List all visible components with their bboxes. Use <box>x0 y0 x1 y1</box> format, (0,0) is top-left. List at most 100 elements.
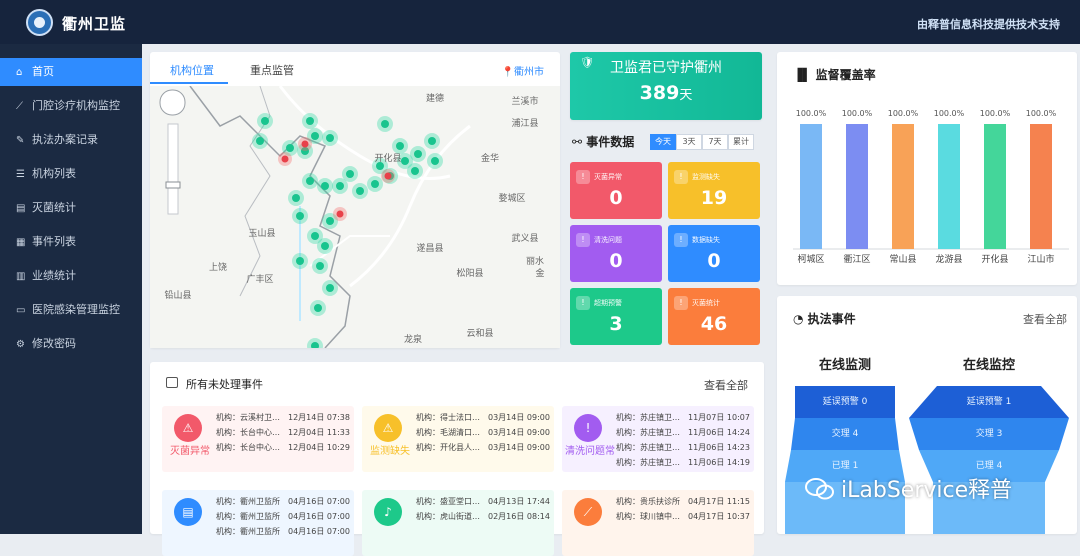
map-place-label: 金 <box>535 267 544 279</box>
event-row[interactable]: 机构：长台中心… 12月04日 11:33 <box>216 425 354 440</box>
event-row[interactable]: 机构：苏庄镇卫… 11月07日 10:07 <box>616 410 754 425</box>
event-tile[interactable]: ! 灭菌统计 46 <box>668 288 760 345</box>
map-place-label: 松阳县 <box>456 267 483 279</box>
share-icon: ⚯ <box>572 135 587 149</box>
range-tab-3[interactable]: 累计 <box>728 134 754 150</box>
event-box[interactable]: ⚠ 灭菌异常 机构：云溪村卫… 12月14日 07:38 机构：长台中心… 12月04日 … <box>162 406 354 472</box>
range-tab-2[interactable]: 7天 <box>702 134 728 150</box>
event-rows: 机构：衢州卫监所 04月16日 07:00 机构：衢州卫监所 04月16日 07:00… <box>216 494 354 539</box>
event-box[interactable]: ! 清洗问题常 机构：苏庄镇卫… 11月07日 10:07 机构：苏庄镇卫… 11月06日… <box>562 406 754 472</box>
event-row[interactable]: 机构：长台中心… 12月04日 10:29 <box>216 440 354 455</box>
event-row[interactable]: 机构：球川镇中… 04月17日 10:37 <box>616 509 754 524</box>
unhandled-events-card: 所有未处理事件 查看全部 ⚠ 灭菌异常 机构：云溪村卫… 12月14日 07:38 机构… <box>150 362 764 556</box>
coverage-value-label: 100.0% <box>888 109 919 118</box>
coverage-bar <box>1030 124 1052 249</box>
event-tile[interactable]: ! 数据缺失 0 <box>668 225 760 282</box>
sidebar-item-6[interactable]: ▥ 业绩统计 <box>0 262 142 290</box>
sidebar-item-0[interactable]: ⌂ 首页 <box>0 58 142 86</box>
edit-icon: ✎ <box>16 135 25 146</box>
sidebar-item-label: 医院感染管理监控 <box>32 303 120 316</box>
map-place-label: 武义县 <box>511 232 538 244</box>
sidebar-item-5[interactable]: ▦ 事件列表 <box>0 228 142 256</box>
funnel-label: 延误预警 1 <box>967 395 1012 407</box>
image-icon <box>166 377 178 388</box>
event-row[interactable]: 机构：衢州卫监所 04月16日 07:00 <box>216 509 354 524</box>
alarm-icon: ! <box>674 170 688 184</box>
home-icon: ⌂ <box>16 67 23 78</box>
coverage-category-label: 柯城区 <box>797 253 824 265</box>
map-canvas[interactable]: 建德 兰溪市金华 浦江县婺城区武义县金 开化县玉山县上饶广丰区 遂昌县松阳县 丽水铅山县云… <box>150 86 560 348</box>
event-row[interactable]: 机构：苏庄镇卫… 11月06日 14:19 <box>616 455 754 470</box>
event-row[interactable]: 机构：得士法口… 03月14日 09:00 <box>416 410 554 425</box>
event-time: 12月04日 10:29 <box>288 443 350 452</box>
event-row[interactable]: 机构：开化县人… 03月14日 09:00 <box>416 440 554 455</box>
event-box[interactable]: ▤ 机构：衢州卫监所 04月16日 07:00 机构：衢州卫监所 04月16日 07:0… <box>162 490 354 556</box>
event-org: 机构：开化县人… <box>416 443 480 452</box>
sidebar-item-2[interactable]: ✎ 执法办案记录 <box>0 126 142 154</box>
funnel-label: 延误预警 0 <box>823 395 868 407</box>
range-tab-0[interactable]: 今天 <box>650 134 676 150</box>
sidebar-item-label: 业绩统计 <box>32 269 76 282</box>
event-tile[interactable]: ! 清洗问题 0 <box>570 225 662 282</box>
event-box[interactable]: ⟋ 机构：贵乐扶诊所 04月17日 11:15 机构：球川镇中… 04月17日 10:3… <box>562 490 754 556</box>
unhandled-view-all[interactable]: 查看全部 <box>704 377 748 393</box>
event-time: 04月17日 10:37 <box>688 512 750 521</box>
city-selector[interactable]: 📍衢州市 <box>502 63 544 78</box>
event-box[interactable]: ♪ 机构：盛亚堂口… 04月13日 17:44 机构：虎山街道… 02月16日 08:1… <box>362 490 554 556</box>
event-time: 11月07日 10:07 <box>688 413 750 422</box>
active-tab-indicator <box>150 82 228 84</box>
sidebar-item-8[interactable]: ⚙ 修改密码 <box>0 330 142 358</box>
document-icon: ▦ <box>16 237 26 248</box>
event-time: 12月14日 07:38 <box>288 413 350 422</box>
event-row[interactable]: 机构：苏庄镇卫… 11月06日 14:24 <box>616 425 754 440</box>
event-tile[interactable]: ! 灭菌异常 0 <box>570 162 662 219</box>
coverage-value-label: 100.0% <box>842 109 873 118</box>
sidebar-item-3[interactable]: ☰ 机构列表 <box>0 160 142 188</box>
event-time: 04月16日 07:00 <box>288 527 350 536</box>
event-tile-label: 灭菌异常 <box>594 173 622 181</box>
tab-institution-location[interactable]: 机构位置 <box>170 62 214 78</box>
guard-days-card: 🛡 卫监君已守护衢州 389天 <box>570 52 762 120</box>
coverage-category-label: 衢江区 <box>843 253 870 265</box>
event-tile-label: 超期预警 <box>594 299 622 307</box>
funnel-label: 交理 4 <box>832 427 859 439</box>
event-row[interactable]: 机构：苏庄镇卫… 11月06日 14:23 <box>616 440 754 455</box>
coverage-bar <box>800 124 822 249</box>
sidebar-item-1[interactable]: ⟋ 门腔诊疗机构监控 <box>0 92 142 120</box>
event-box[interactable]: ⚠ 监测缺失 机构：得士法口… 03月14日 09:00 机构：毛湖清口… 03月14日 … <box>362 406 554 472</box>
event-row[interactable]: 机构：云溪村卫… 12月14日 07:38 <box>216 410 354 425</box>
event-tile-value: 0 <box>707 250 721 272</box>
city-label: 衢州市 <box>514 67 544 78</box>
sidebar-item-7[interactable]: ▭ 医院感染管理监控 <box>0 296 142 324</box>
map-place-label: 金华 <box>481 152 499 164</box>
wechat-icon <box>805 478 834 500</box>
event-row[interactable]: 机构：虎山街道… 02月16日 08:14 <box>416 509 554 524</box>
event-row[interactable]: 机构：盛亚堂口… 04月13日 17:44 <box>416 494 554 509</box>
coverage-value-label: 100.0% <box>934 109 965 118</box>
alarm-icon: ! <box>674 233 688 247</box>
event-org: 机构：得士法口… <box>416 413 480 422</box>
event-tile[interactable]: ! 监测缺失 19 <box>668 162 760 219</box>
event-row[interactable]: 机构：衢州卫监所 04月16日 07:00 <box>216 494 354 509</box>
tab-key-supervision[interactable]: 重点监管 <box>250 62 294 78</box>
map-place-label: 铅山县 <box>164 289 191 301</box>
logo <box>26 9 53 36</box>
range-tab-1[interactable]: 3天 <box>676 134 702 150</box>
map-place-label: 浦江县 <box>511 117 538 129</box>
coverage-chart: 100.0% 柯城区 100.0% 衢江区 100.0% 常山县 100.0% 龙游县 100.… <box>793 109 1069 265</box>
document-icon: ▤ <box>174 498 202 526</box>
sidebar-item-4[interactable]: ▤ 灭菌统计 <box>0 194 142 222</box>
event-time: 04月13日 17:44 <box>488 497 550 506</box>
map-place-label: 丽水 <box>526 255 544 267</box>
event-tile-label: 灭菌统计 <box>692 299 720 307</box>
map-place-label: 广丰区 <box>246 273 273 285</box>
event-row[interactable]: 机构：毛湖清口… 03月14日 09:00 <box>416 425 554 440</box>
map-view[interactable]: 建德 兰溪市 金华 浦江县 婺城区 武义县金 开化县 玉山县 上饶 广丰区 遂昌县 松阳县 丽水 铅山县云… <box>150 86 560 348</box>
list-icon: ☰ <box>16 169 25 180</box>
alarm-icon: ! <box>576 296 590 310</box>
event-row[interactable]: 机构：衢州卫监所 04月16日 07:00 <box>216 524 354 539</box>
event-row[interactable]: 机构：贵乐扶诊所 04月17日 11:15 <box>616 494 754 509</box>
event-org: 机构：毛湖清口… <box>416 428 480 437</box>
funnel-label: 已理 1 <box>832 460 859 471</box>
event-tile[interactable]: ! 超期预警 3 <box>570 288 662 345</box>
